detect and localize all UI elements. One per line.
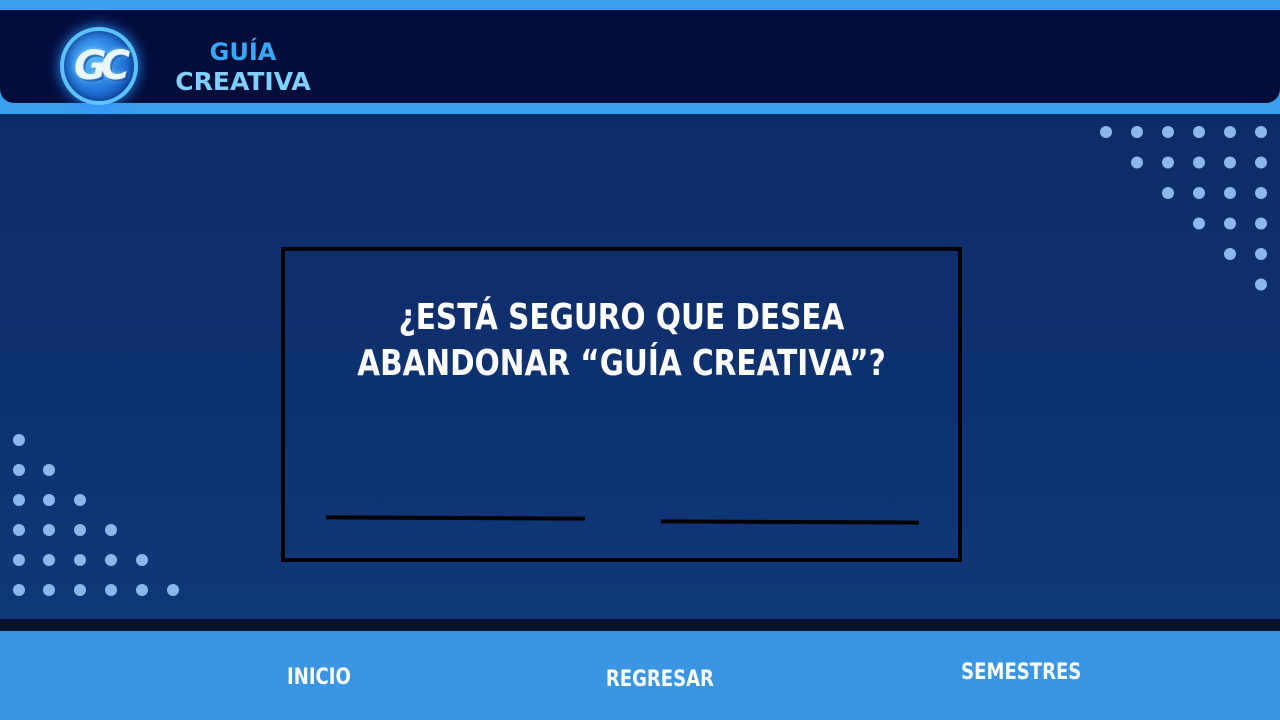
nav-inicio-link[interactable]: INICIO	[287, 665, 351, 690]
decorative-dot	[1224, 217, 1236, 230]
dialog-question: ¿ESTÁ SEGURO QUE DESEA ABANDONAR “GUÍA C…	[346, 295, 898, 387]
decorative-dot	[1162, 126, 1174, 138]
decorative-dot	[1224, 187, 1236, 199]
decorative-dot	[105, 524, 117, 536]
decorative-dot	[74, 524, 86, 536]
gc-logo-icon[interactable]: GC	[60, 27, 138, 105]
decorative-dot	[1193, 187, 1205, 199]
header-bar: GC GUÍA CREATIVA	[0, 0, 1280, 114]
nav-regresar-link[interactable]: REGRESAR	[606, 667, 714, 692]
decorative-dot	[1255, 278, 1267, 291]
decorative-dot	[1193, 217, 1205, 230]
brand-line2: CREATIVA	[175, 67, 311, 96]
decorative-dot	[43, 554, 55, 566]
decorative-dots-top-right	[1100, 126, 1267, 291]
decorative-dot	[1224, 126, 1236, 138]
decorative-dot	[74, 584, 86, 596]
decorative-dot	[105, 554, 117, 566]
decorative-dot	[1193, 156, 1205, 169]
decorative-dot	[1131, 126, 1143, 138]
confirm-dialog: ¿ESTÁ SEGURO QUE DESEA ABANDONAR “GUÍA C…	[281, 247, 962, 562]
footer-divider	[0, 619, 1280, 631]
decorative-dot	[105, 584, 117, 596]
decorative-dot	[167, 584, 179, 596]
decorative-dots-bottom-left	[13, 434, 179, 596]
decorative-dot	[43, 584, 55, 596]
question-line-1: ¿ESTÁ SEGURO QUE DESEA	[398, 297, 845, 338]
decorative-dot	[1162, 156, 1174, 169]
decorative-dot	[13, 434, 25, 446]
decorative-dot	[1255, 248, 1267, 260]
decorative-dot	[43, 494, 55, 506]
decorative-dot	[74, 494, 86, 506]
brand-title: GUÍA CREATIVA	[158, 38, 328, 96]
answer-line-left[interactable]	[325, 515, 586, 521]
decorative-dot	[1255, 126, 1267, 138]
logo-initials: GC	[73, 43, 130, 89]
decorative-dot	[1224, 248, 1236, 260]
decorative-dot	[13, 584, 25, 596]
decorative-dot	[13, 554, 25, 566]
decorative-dot	[43, 524, 55, 536]
question-line-2: ABANDONAR “GUÍA CREATIVA”?	[357, 343, 886, 384]
brand-line1: GUÍA	[209, 38, 277, 66]
decorative-dot	[43, 464, 55, 476]
decorative-dot	[74, 554, 86, 566]
decorative-dot	[1224, 156, 1236, 169]
decorative-dot	[1255, 156, 1267, 169]
decorative-dot	[13, 524, 25, 536]
decorative-dot	[136, 554, 148, 566]
decorative-dot	[1131, 156, 1143, 169]
decorative-dot	[1193, 126, 1205, 138]
decorative-dot	[13, 494, 25, 506]
header-inner: GC GUÍA CREATIVA	[0, 10, 1280, 105]
decorative-dot	[1162, 187, 1174, 199]
decorative-dot	[136, 584, 148, 596]
decorative-dot	[1255, 217, 1267, 230]
nav-semestres-link[interactable]: SEMESTRES	[961, 660, 1081, 685]
answer-line-right[interactable]	[660, 519, 920, 525]
decorative-dot	[13, 464, 25, 476]
decorative-dot	[1255, 187, 1267, 199]
decorative-dot	[1100, 126, 1112, 138]
